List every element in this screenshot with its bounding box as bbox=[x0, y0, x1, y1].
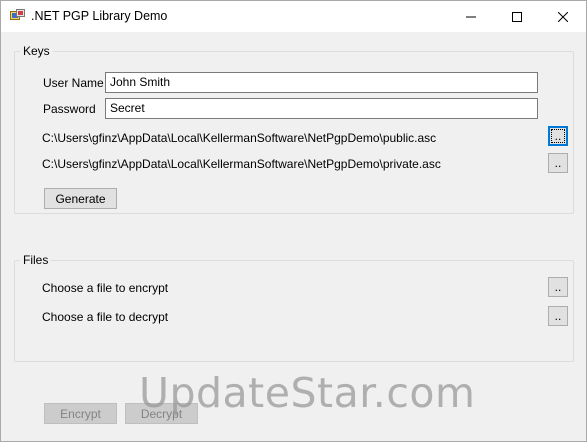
encrypt-file-browse-button[interactable]: .. bbox=[548, 277, 568, 297]
app-icon bbox=[10, 9, 26, 23]
maximize-button[interactable] bbox=[494, 1, 540, 32]
browse-label: .. bbox=[554, 309, 562, 323]
browse-label: .. bbox=[554, 156, 562, 170]
private-key-browse-button[interactable]: .. bbox=[548, 153, 568, 173]
decrypt-file-browse-button[interactable]: .. bbox=[548, 306, 568, 326]
keys-group-legend: Keys bbox=[20, 44, 53, 58]
close-icon bbox=[558, 11, 568, 22]
public-key-path: C:\Users\gfinz\AppData\Local\KellermanSo… bbox=[42, 131, 437, 145]
private-key-path: C:\Users\gfinz\AppData\Local\KellermanSo… bbox=[42, 157, 441, 171]
title-bar[interactable]: .NET PGP Library Demo bbox=[1, 1, 586, 32]
encrypt-file-label: Choose a file to encrypt bbox=[42, 281, 169, 295]
public-key-browse-button[interactable]: .. bbox=[548, 126, 568, 146]
minimize-icon bbox=[466, 12, 476, 22]
password-label: Password bbox=[43, 102, 96, 116]
decrypt-file-label: Choose a file to decrypt bbox=[42, 310, 169, 324]
encrypt-button[interactable]: Encrypt bbox=[44, 403, 117, 424]
decrypt-button[interactable]: Decrypt bbox=[125, 403, 198, 424]
focus-rect bbox=[551, 129, 565, 143]
browse-label: .. bbox=[554, 280, 562, 294]
user-name-field[interactable]: John Smith bbox=[105, 72, 538, 93]
app-window: .NET PGP Library Demo Keys User Name Joh… bbox=[0, 0, 587, 442]
window-title: .NET PGP Library Demo bbox=[31, 9, 168, 23]
close-button[interactable] bbox=[540, 1, 586, 32]
password-field[interactable]: Secret bbox=[105, 98, 538, 119]
user-name-label: User Name bbox=[43, 76, 104, 90]
generate-button[interactable]: Generate bbox=[44, 188, 117, 209]
maximize-icon bbox=[512, 11, 522, 22]
minimize-button[interactable] bbox=[448, 1, 494, 32]
files-group-legend: Files bbox=[20, 253, 52, 267]
